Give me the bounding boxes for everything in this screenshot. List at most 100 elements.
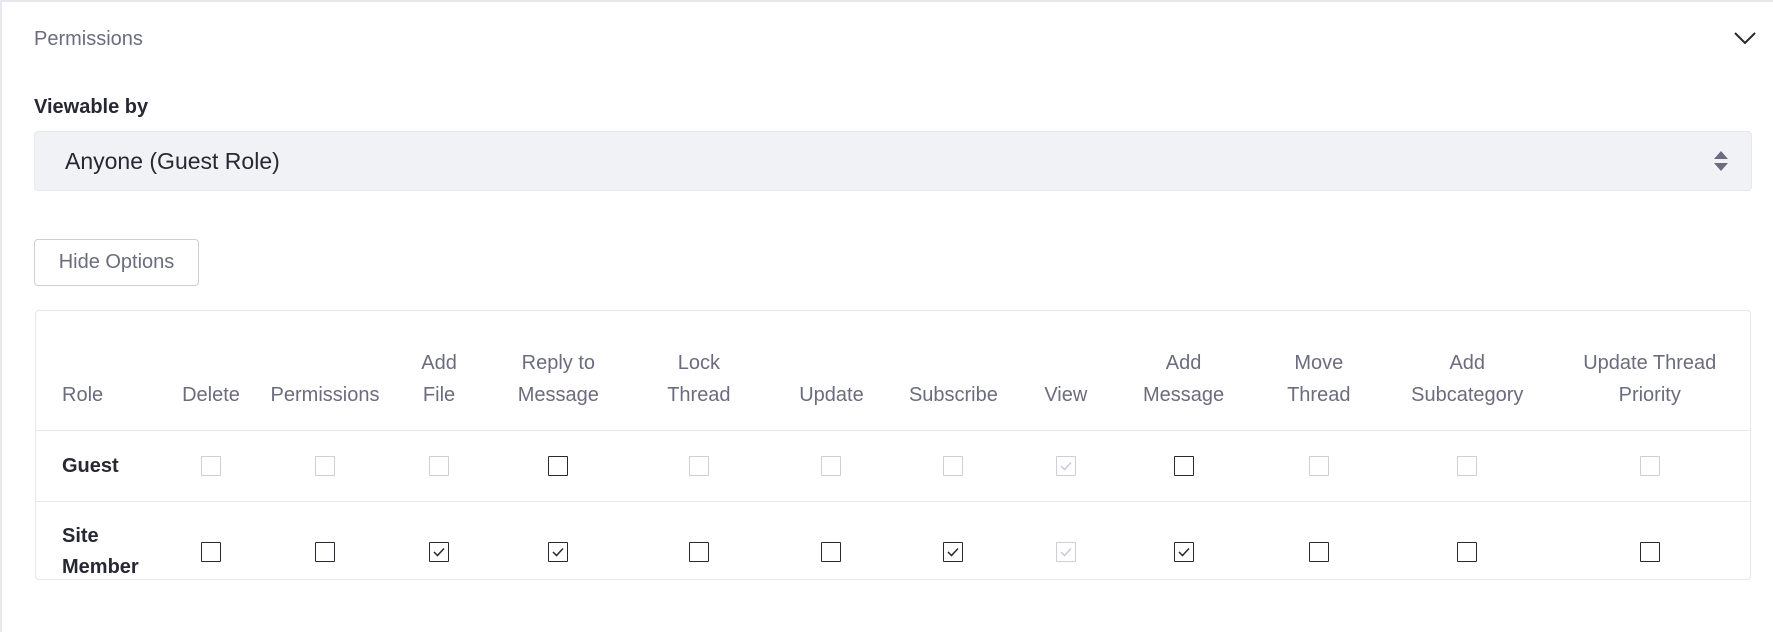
hide-options-button[interactable]: Hide Options <box>34 239 199 286</box>
permission-cell <box>1252 430 1386 502</box>
permission-checkbox <box>201 456 221 477</box>
permission-checkbox <box>315 456 336 477</box>
permission-cell <box>492 430 625 502</box>
column-header-label: Delete <box>182 384 240 406</box>
permission-checkbox[interactable] <box>1173 542 1194 563</box>
column-header: Lock Thread <box>624 311 774 431</box>
check-icon <box>1060 462 1072 471</box>
permission-cell <box>158 502 264 603</box>
table-row: Guest <box>36 430 1750 502</box>
column-header: Move Thread <box>1252 311 1386 431</box>
permission-checkbox[interactable] <box>1173 456 1194 477</box>
permission-cell <box>1549 502 1750 603</box>
column-header: Add Message <box>1114 311 1253 431</box>
column-header: Update <box>773 311 890 431</box>
permission-cell <box>1385 502 1549 603</box>
permission-cell <box>1549 430 1750 502</box>
column-header: Permissions <box>264 311 386 431</box>
permissions-panel: Permissions Viewable by Anyone (Guest Ro… <box>0 0 1773 632</box>
column-header-label: Role <box>62 384 104 406</box>
column-header-label: Priority <box>1618 384 1681 406</box>
column-header: Subscribe <box>889 311 1018 431</box>
column-header-label: Thread <box>1287 384 1351 406</box>
permission-checkbox[interactable] <box>548 456 569 477</box>
column-header-label: Subcategory <box>1411 384 1524 406</box>
permission-cell <box>264 502 386 603</box>
permission-checkbox <box>1055 542 1076 563</box>
permission-checkbox <box>1639 456 1660 477</box>
column-header: Add Subcategory <box>1385 311 1550 431</box>
permission-checkbox[interactable] <box>943 542 964 563</box>
column-header-label: Update Thread <box>1583 352 1717 374</box>
column-header-label: Move <box>1294 352 1344 374</box>
column-header-label: Message <box>517 384 599 406</box>
permission-cell <box>492 502 625 603</box>
permission-cell <box>1115 502 1253 603</box>
column-header: Add File <box>386 311 493 431</box>
column-header-label: View <box>1044 384 1088 406</box>
permission-checkbox <box>1308 456 1329 477</box>
column-header-label: Lock <box>677 352 720 374</box>
viewable-by-select[interactable]: Anyone (Guest Role) <box>34 131 1752 191</box>
permission-checkbox <box>1457 456 1478 477</box>
column-header: Update Thread Priority <box>1549 311 1750 431</box>
check-icon <box>1060 548 1072 557</box>
permission-checkbox[interactable] <box>688 542 709 563</box>
table-row: Site Member <box>36 502 1750 603</box>
permission-checkbox[interactable] <box>821 542 842 563</box>
permission-cell <box>625 502 773 603</box>
panel-title: Permissions <box>34 28 143 50</box>
permission-checkbox[interactable] <box>201 542 221 563</box>
table-header-row: Role Delete Permissions Add File Reply to Mess… <box>36 311 1750 431</box>
permission-cell <box>386 502 492 603</box>
permission-checkbox[interactable] <box>315 542 336 563</box>
permission-cell <box>386 430 493 502</box>
permission-cell <box>157 430 265 502</box>
permission-checkbox[interactable] <box>548 542 569 563</box>
permission-cell <box>624 430 774 502</box>
permission-checkbox <box>429 456 450 477</box>
permission-cell <box>890 502 1017 603</box>
chevron-down-icon[interactable] <box>1731 24 1759 52</box>
permission-checkbox <box>943 456 964 477</box>
column-header-label: Thread <box>667 384 731 406</box>
column-header-label: Message <box>1142 384 1225 406</box>
permission-checkbox[interactable] <box>1457 542 1478 563</box>
column-header-role: Role <box>36 311 158 431</box>
viewable-by-value: Anyone (Guest Role) <box>65 148 280 174</box>
check-icon <box>1178 548 1190 557</box>
permission-checkbox <box>1055 456 1076 477</box>
check-icon <box>947 548 959 557</box>
check-icon <box>433 548 445 557</box>
permissions-table: Role Delete Permissions Add File Reply to Mess… <box>35 310 1751 580</box>
permission-checkbox <box>821 456 842 477</box>
role-name-label: Guest <box>62 454 119 477</box>
column-header-label: Add <box>1449 352 1486 374</box>
column-header: Delete <box>157 311 265 431</box>
role-name: Guest <box>36 430 158 502</box>
role-name: Site Member <box>36 502 158 603</box>
column-header-label: Add <box>1165 352 1202 374</box>
column-header-label: Update <box>799 384 864 406</box>
column-header: View <box>1017 311 1115 431</box>
permission-checkbox <box>688 456 709 477</box>
column-header-label: Add <box>421 352 457 374</box>
permission-cell <box>1017 430 1115 502</box>
check-icon <box>552 548 564 557</box>
column-header-label: File <box>422 384 456 406</box>
permission-checkbox[interactable] <box>429 542 450 563</box>
permission-checkbox[interactable] <box>1639 542 1660 563</box>
column-header-label: Reply to <box>521 352 596 374</box>
permission-cell <box>1114 430 1253 502</box>
permission-cell <box>1385 430 1550 502</box>
column-header-label: Subscribe <box>908 384 998 406</box>
panel-header[interactable]: Permissions <box>34 22 1759 62</box>
permission-cell <box>264 430 386 502</box>
permission-cell <box>889 430 1018 502</box>
permission-cell <box>773 502 890 603</box>
permission-cell <box>1253 502 1386 603</box>
viewable-by-label: Viewable by <box>34 96 149 118</box>
column-header: Reply to Message <box>492 311 625 431</box>
permission-checkbox[interactable] <box>1308 542 1329 563</box>
column-header-label: Permissions <box>270 384 380 406</box>
